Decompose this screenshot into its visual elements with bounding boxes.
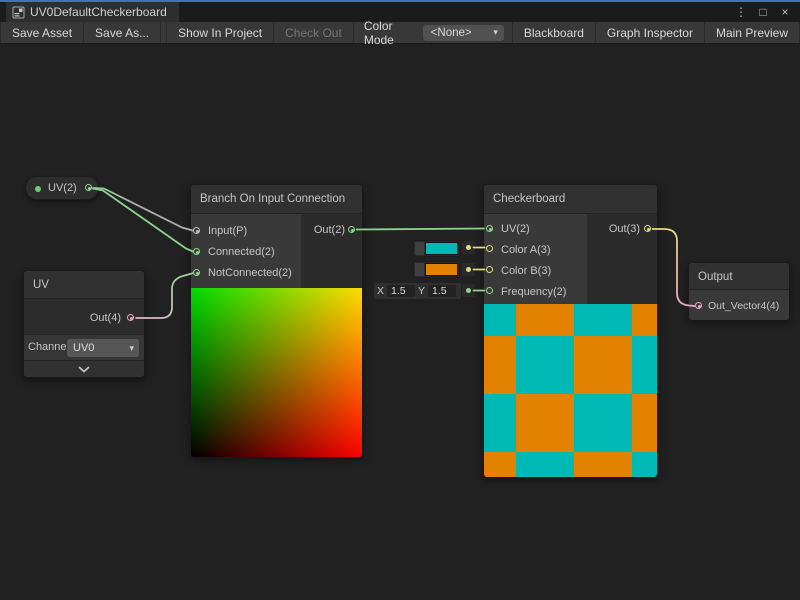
checkerboard-frequency-label: Frequency(2) — [501, 286, 566, 298]
uv-node-title[interactable]: UV — [24, 271, 144, 299]
branch-uv-gradient-preview — [191, 288, 362, 457]
checkerboard-node[interactable]: Checkerboard UV(2) Color A(3) Color B(3)… — [483, 184, 658, 477]
checkerboard-color-b-label: Color B(3) — [501, 265, 551, 277]
show-in-project-button[interactable]: Show In Project — [166, 22, 274, 43]
uv-node-collapse-bar[interactable] — [24, 361, 144, 377]
color-b-swatch[interactable] — [425, 263, 458, 276]
save-as-button[interactable]: Save As... — [84, 22, 161, 43]
uv-node[interactable]: UV Out(4) Channel UV0 ▾ — [23, 270, 145, 378]
graph-canvas[interactable]: UV(2) Branch On Input Connection Input(P… — [0, 44, 800, 600]
checkerboard-port-color-a[interactable] — [486, 245, 493, 252]
color-a-widget — [413, 240, 460, 257]
blackboard-toggle-button[interactable]: Blackboard — [512, 22, 595, 43]
color-a-connector — [462, 241, 475, 254]
tab-title: UV0DefaultCheckerboard — [30, 5, 167, 19]
color-b-connector — [462, 263, 475, 276]
branch-port-input-p[interactable] — [193, 227, 200, 234]
window-menu-icon[interactable]: ⋮ — [732, 5, 750, 19]
output-node[interactable]: Output Out_Vector4(4) — [688, 262, 790, 320]
property-exposed-dot — [35, 186, 41, 192]
close-icon[interactable]: × — [776, 5, 794, 19]
shader-graph-window: UV0DefaultCheckerboard ⋮ □ × Save Asset … — [0, 0, 800, 600]
frequency-x-label: X — [377, 285, 384, 297]
frequency-x-field[interactable]: 1.5 — [387, 285, 415, 297]
window-controls: ⋮ □ × — [732, 2, 800, 22]
checkerboard-node-title[interactable]: Checkerboard — [484, 185, 657, 214]
branch-port-connected[interactable] — [193, 248, 200, 255]
output-vector4-label: Out_Vector4(4) — [708, 300, 779, 312]
branch-port-notconnected[interactable] — [193, 269, 200, 276]
branch-input-p-label: Input(P) — [208, 225, 247, 237]
edge-pill-to-input-p[interactable] — [93, 188, 193, 231]
uv-property-pill-node[interactable]: UV(2) — [25, 176, 99, 200]
toolbar-right-group: Color Mode <None> ▾ Blackboard Graph Ins… — [354, 22, 800, 43]
color-mode-dropdown[interactable]: <None> ▾ — [423, 25, 504, 41]
branch-port-out[interactable] — [348, 226, 355, 233]
color-b-connector-dot — [466, 267, 471, 272]
frequency-connector-dot — [466, 288, 471, 293]
branch-on-input-connection-node[interactable]: Branch On Input Connection Input(P) Conn… — [190, 184, 363, 457]
checkerboard-uv-label: UV(2) — [501, 223, 530, 235]
uv-node-output-section — [24, 299, 144, 335]
color-mode-value: <None> — [431, 27, 472, 39]
uv-pill-output-port[interactable] — [85, 184, 92, 191]
color-a-connector-dot — [466, 245, 471, 250]
collapse-chevron-icon — [77, 365, 91, 374]
uv-node-channel-section: Channel UV0 ▾ — [24, 335, 144, 361]
uv-port-out4[interactable] — [127, 314, 134, 321]
graph-tab[interactable]: UV0DefaultCheckerboard — [6, 2, 179, 22]
checkerboard-port-color-b[interactable] — [486, 266, 493, 273]
checkerboard-color-a-label: Color A(3) — [501, 244, 551, 256]
dropdown-arrow-icon: ▾ — [493, 27, 498, 38]
branch-connected-label: Connected(2) — [208, 246, 275, 258]
branch-node-title[interactable]: Branch On Input Connection — [191, 185, 362, 214]
frequency-y-label: Y — [418, 285, 425, 297]
shader-graph-icon — [12, 6, 25, 19]
color-b-widget — [413, 261, 460, 278]
channel-value: UV0 — [73, 342, 94, 354]
checkerboard-port-frequency[interactable] — [486, 287, 493, 294]
color-a-swatch[interactable] — [425, 242, 458, 255]
maximize-icon[interactable]: □ — [754, 5, 772, 19]
uv-out-label: Out(4) — [90, 312, 121, 324]
frequency-connector — [462, 284, 475, 297]
channel-label: Channel — [28, 341, 67, 353]
save-asset-button[interactable]: Save Asset — [0, 22, 84, 43]
uv-pill-label: UV(2) — [48, 182, 77, 194]
checkerboard-preview — [484, 304, 657, 477]
branch-notconnected-label: NotConnected(2) — [208, 267, 292, 279]
channel-dropdown-arrow-icon: ▾ — [129, 343, 134, 354]
frequency-widget: X 1.5 Y 1.5 — [374, 283, 461, 299]
color-b-grip — [415, 263, 424, 276]
output-port-out-vector4[interactable] — [695, 302, 702, 309]
frequency-y-field[interactable]: 1.5 — [428, 285, 456, 297]
check-out-button: Check Out — [274, 22, 354, 43]
color-a-grip — [415, 242, 424, 255]
output-node-title[interactable]: Output — [689, 263, 789, 290]
checkerboard-port-out[interactable] — [644, 225, 651, 232]
graph-inspector-toggle-button[interactable]: Graph Inspector — [595, 22, 704, 43]
toolbar: Save Asset Save As... Show In Project Ch… — [0, 22, 800, 44]
main-preview-toggle-button[interactable]: Main Preview — [704, 22, 800, 43]
color-mode-label: Color Mode — [354, 22, 423, 43]
branch-out-label: Out(2) — [314, 224, 345, 236]
checkerboard-port-uv[interactable] — [486, 225, 493, 232]
channel-dropdown[interactable]: UV0 ▾ — [67, 339, 139, 357]
edge-pill-to-connected[interactable] — [93, 189, 193, 252]
checkerboard-out-label: Out(3) — [609, 223, 640, 235]
edge-branchout-to-checker-uv[interactable] — [357, 229, 485, 230]
